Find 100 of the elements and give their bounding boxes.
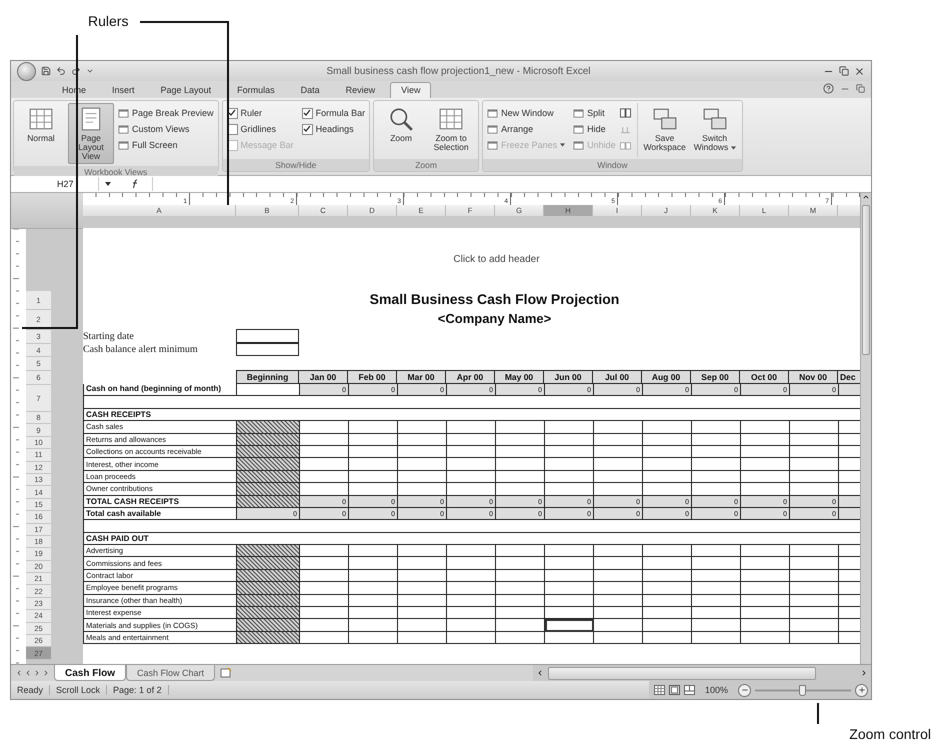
window-icon bbox=[118, 108, 129, 118]
vertical-scrollbar[interactable] bbox=[860, 193, 871, 664]
ribbon-button[interactable]: Normal bbox=[18, 103, 64, 164]
table-cell bbox=[398, 632, 447, 644]
sheet-tab[interactable]: Cash Flow Chart bbox=[126, 665, 216, 681]
scroll-thumb[interactable] bbox=[862, 205, 870, 355]
checkbox[interactable] bbox=[302, 108, 313, 118]
window-title: Small business cash flow projection1_new - Microsoft Excel bbox=[326, 66, 592, 76]
ribbon-tab[interactable]: Review bbox=[334, 82, 386, 98]
restore-icon[interactable] bbox=[856, 84, 865, 93]
ribbon-button[interactable]: Switch Windows bbox=[692, 103, 738, 157]
caret-icon[interactable] bbox=[86, 67, 94, 75]
sheet-tab[interactable]: Cash Flow bbox=[54, 665, 126, 681]
column-heading: Dec bbox=[838, 370, 860, 384]
help-icon[interactable] bbox=[823, 83, 834, 94]
table-cell bbox=[496, 557, 545, 570]
scroll-left-icon[interactable] bbox=[536, 669, 544, 677]
column-heading: Feb 00 bbox=[348, 370, 397, 384]
close-icon[interactable] bbox=[854, 66, 865, 76]
ribbon-button[interactable]: Arrange bbox=[487, 121, 566, 137]
office-button[interactable] bbox=[17, 62, 36, 80]
ribbon-button[interactable]: Split bbox=[573, 105, 616, 121]
row-label: Total cash available bbox=[84, 508, 237, 520]
checkbox-option[interactable]: Gridlines bbox=[226, 121, 294, 137]
table-cell bbox=[447, 607, 496, 620]
ribbon-tab[interactable]: Page Layout bbox=[150, 82, 222, 98]
save-icon[interactable] bbox=[41, 66, 51, 76]
table-cell bbox=[496, 470, 545, 484]
scroll-up-icon[interactable] bbox=[862, 193, 870, 201]
page-break-icon[interactable] bbox=[684, 685, 695, 695]
ribbon-button[interactable]: Hide bbox=[573, 121, 616, 137]
previous-sheet-icon[interactable] bbox=[24, 669, 32, 677]
table-cell bbox=[643, 632, 692, 644]
ribbon-button[interactable]: Custom Views bbox=[118, 121, 214, 137]
horizontal-scrollbar[interactable] bbox=[533, 665, 871, 681]
next-sheet-icon[interactable] bbox=[33, 669, 41, 677]
ribbon-button[interactable]: Zoom to Selection bbox=[428, 103, 474, 157]
table-cell bbox=[692, 470, 741, 484]
table-cell bbox=[545, 594, 594, 608]
zoom-out-button[interactable] bbox=[738, 684, 751, 696]
function-icon[interactable] bbox=[131, 179, 140, 189]
ribbon-tab[interactable]: Data bbox=[290, 82, 331, 98]
checkbox[interactable] bbox=[302, 124, 313, 134]
table-cell bbox=[643, 582, 692, 595]
table-cell bbox=[741, 458, 790, 471]
table-cell bbox=[741, 607, 790, 620]
table-cell bbox=[741, 470, 790, 484]
slider-thumb[interactable] bbox=[799, 684, 806, 696]
table-cell bbox=[300, 446, 349, 458]
checkbox-option[interactable]: Formula Bar bbox=[302, 105, 366, 121]
column-heading: Jan 00 bbox=[299, 370, 348, 384]
table-cell bbox=[300, 470, 349, 484]
header-placeholder[interactable]: Click to add header bbox=[453, 254, 540, 264]
input-field[interactable] bbox=[236, 343, 299, 356]
table-cell bbox=[594, 470, 643, 484]
first-sheet-icon[interactable] bbox=[15, 669, 23, 677]
ribbon-tab[interactable]: Insert bbox=[101, 82, 146, 98]
table-cell bbox=[741, 594, 790, 608]
table-cell bbox=[447, 458, 496, 471]
window-icon bbox=[573, 140, 584, 150]
status-text: Scroll Lock bbox=[50, 685, 108, 695]
ribbon-button[interactable]: Zoom bbox=[378, 103, 424, 157]
table-cell bbox=[741, 632, 790, 644]
ribbon-button[interactable]: Page Layout View bbox=[68, 103, 114, 164]
side-by-side-icon[interactable] bbox=[620, 108, 631, 118]
column-heading: Mar 00 bbox=[397, 370, 446, 384]
checkbox-option[interactable]: Ruler bbox=[226, 105, 294, 121]
restore-icon[interactable] bbox=[839, 66, 849, 76]
zoom-in-button[interactable] bbox=[855, 684, 868, 696]
table-cell bbox=[496, 421, 545, 434]
caret-icon[interactable] bbox=[105, 182, 111, 186]
table-cell bbox=[398, 594, 447, 608]
undo-icon[interactable] bbox=[56, 66, 66, 76]
grid-icon bbox=[438, 106, 464, 132]
redo-icon[interactable] bbox=[71, 66, 81, 76]
normal-view-icon[interactable] bbox=[654, 685, 665, 695]
input-label: Cash balance alert minimum bbox=[83, 343, 199, 356]
name-box[interactable]: H27 bbox=[11, 177, 99, 191]
table-cell bbox=[643, 607, 692, 620]
table-cell bbox=[349, 607, 398, 620]
ribbon-button[interactable]: Full Screen bbox=[118, 137, 214, 153]
ribbon-button[interactable]: New Window bbox=[487, 105, 566, 121]
ribbon-tab[interactable]: View bbox=[390, 82, 432, 98]
table-cell bbox=[594, 594, 643, 608]
table-cell bbox=[692, 594, 741, 608]
insert-sheet-icon[interactable] bbox=[219, 667, 234, 679]
page-layout-icon[interactable] bbox=[668, 685, 680, 695]
zoom-percent[interactable]: 100% bbox=[698, 685, 734, 695]
table-cell bbox=[545, 458, 594, 471]
ribbon-button[interactable]: Save Workspace bbox=[642, 103, 688, 157]
checkbox-option[interactable]: Headings bbox=[302, 121, 366, 137]
table-cell bbox=[496, 570, 545, 582]
input-field[interactable] bbox=[236, 329, 299, 343]
last-sheet-icon[interactable] bbox=[42, 669, 50, 677]
ribbon-tab[interactable]: Formulas bbox=[226, 82, 286, 98]
table-cell bbox=[643, 458, 692, 471]
scroll-thumb[interactable] bbox=[548, 666, 816, 680]
ribbon-button[interactable]: Page Break Preview bbox=[118, 105, 214, 121]
scroll-right-icon[interactable] bbox=[860, 669, 868, 677]
table-cell bbox=[349, 632, 398, 644]
